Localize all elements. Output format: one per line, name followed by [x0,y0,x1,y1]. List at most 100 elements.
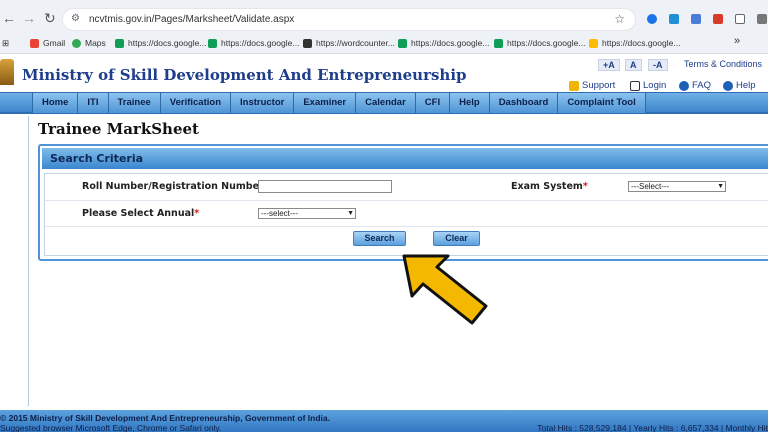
clear-button[interactable]: Clear [433,231,480,246]
site-footer: © 2015 Ministry of Skill Development And… [0,410,768,432]
bookmark-docs-3[interactable]: https://docs.google... [398,38,489,48]
wordcounter-icon [303,38,312,48]
menu-item-dashboard[interactable]: Dashboard [488,93,558,113]
font-increase-button[interactable]: +A [598,59,620,71]
row-divider [45,200,768,201]
annual-label-text: Please Select Annual [82,208,195,219]
forward-icon[interactable]: → [22,10,36,26]
menu-item-instructor[interactable]: Instructor [230,93,294,113]
chevron-down-icon: ▼ [347,210,354,217]
address-bar[interactable]: ⚙ ncvtmis.gov.in/Pages/Marksheet/Validat… [62,8,636,31]
support-label: Support [582,80,616,91]
bookmark-label: https://docs.google... [602,38,681,48]
bookmarks-bar: ⊞ Gmail Maps https://docs.google... http… [0,34,768,54]
exam-system-label: Exam System* [511,181,588,192]
login-label: Login [643,80,667,91]
menu-item-help[interactable]: Help [449,93,489,113]
bookmark-label: https://docs.google... [221,38,300,48]
menu-item-complaint-tool[interactable]: Complaint Tool [557,93,646,113]
bookmark-wordcounter[interactable]: https://wordcounter... [303,38,395,48]
roll-number-label-text: Roll Number/Registration Number [82,181,264,192]
bookmarks-more-icon[interactable]: » [734,35,740,47]
roll-number-label: Roll Number/Registration Number* [82,181,269,192]
menu-item-iti[interactable]: ITI [77,93,108,113]
annual-label: Please Select Annual* [82,208,199,219]
annual-select[interactable]: ---select--- ▼ [258,208,356,219]
required-mark: * [194,208,200,219]
faq-link[interactable]: FAQ [679,80,711,91]
copyright-text: © 2015 Ministry of Skill Development And… [0,413,330,423]
font-normal-button[interactable]: A [625,59,642,71]
terms-link[interactable]: Terms & Conditions [684,59,762,69]
bookmark-label: https://wordcounter... [316,38,395,48]
chevron-down-icon: ▼ [717,183,724,190]
exam-system-label-text: Exam System [511,181,583,192]
exam-system-value: ---Select--- [631,182,670,191]
menu-item-trainee[interactable]: Trainee [107,93,160,113]
sheets-icon [208,38,217,48]
menu-item-verification[interactable]: Verification [159,93,230,113]
menu-item-home[interactable]: Home [32,93,78,113]
url-text[interactable]: ncvtmis.gov.in/Pages/Marksheet/Validate.… [89,14,294,25]
browser-toolbar: ← → ↻ ⚙ ncvtmis.gov.in/Pages/Marksheet/V… [0,0,768,34]
browser-notice: Suggested browser Microsoft Edge, Chrome… [0,423,222,432]
help-link[interactable]: Help [723,80,756,91]
bookmark-star-icon[interactable]: ☆ [614,12,625,26]
annual-value: ---select--- [261,209,298,218]
bookmark-maps[interactable]: Maps [72,38,106,48]
main-menu: Home ITI Trainee Verification Instructor… [32,93,646,113]
sheets-icon [115,38,124,48]
back-icon[interactable]: ← [2,10,16,26]
extension-card-icon[interactable] [691,14,701,24]
bookmark-label: https://docs.google... [128,38,207,48]
faq-icon [679,80,689,91]
apps-icon[interactable]: ⊞ [2,38,9,49]
search-criteria-panel: Search Criteria Roll Number/Registration… [38,144,768,261]
extension-download-icon[interactable] [647,14,657,24]
reload-icon[interactable]: ↻ [44,10,56,27]
site-title: Ministry of Skill Development And Entrep… [22,66,467,84]
bookmark-docs-4[interactable]: https://docs.google... [494,38,585,48]
pointer-arrow-icon [402,254,488,325]
required-mark: * [582,181,588,192]
site-info-icon[interactable]: ⚙ [71,13,80,24]
bookmark-label: https://docs.google... [507,38,586,48]
bookmark-docs-2[interactable]: https://docs.google... [208,38,299,48]
main-menu-bar: Home ITI Trainee Verification Instructor… [0,92,768,114]
menu-item-calendar[interactable]: Calendar [355,93,415,113]
extension-flag-icon[interactable] [713,14,723,24]
roll-number-input[interactable] [258,180,392,193]
login-icon [630,80,640,91]
login-link[interactable]: Login [630,80,666,91]
extensions-puzzle-icon[interactable] [735,14,745,24]
bookmark-docs-5[interactable]: https://docs.google... [589,38,680,48]
help-label: Help [736,80,756,91]
bookmark-docs-1[interactable]: https://docs.google... [115,38,206,48]
bookmark-label: https://docs.google... [411,38,490,48]
site-header: Ministry of Skill Development And Entrep… [0,54,768,92]
support-icon [569,80,579,91]
panel-title: Search Criteria [42,148,768,169]
search-button[interactable]: Search [353,231,406,246]
sheets-icon [494,38,503,48]
menu-item-cfi[interactable]: CFI [414,93,450,113]
sheets-icon [398,38,407,48]
bookmark-label: Gmail [43,38,66,48]
bookmark-label: Maps [85,38,106,48]
row-divider [45,226,768,227]
bookmark-gmail[interactable]: Gmail [30,38,65,48]
font-decrease-button[interactable]: -A [648,59,668,71]
drive-icon [589,38,598,48]
exam-system-select[interactable]: ---Select--- ▼ [628,181,726,192]
page-title: Trainee MarkSheet [38,120,199,138]
page-root: ← → ↻ ⚙ ncvtmis.gov.in/Pages/Marksheet/V… [0,0,768,432]
menu-item-examiner[interactable]: Examiner [293,93,356,113]
faq-label: FAQ [692,80,712,91]
profile-icon[interactable] [757,14,767,24]
content-left-border [28,116,29,406]
support-link[interactable]: Support [569,80,615,91]
maps-icon [72,38,81,48]
extension-v-icon[interactable] [669,14,679,24]
national-emblem-icon [0,59,14,85]
help-icon [723,80,733,91]
